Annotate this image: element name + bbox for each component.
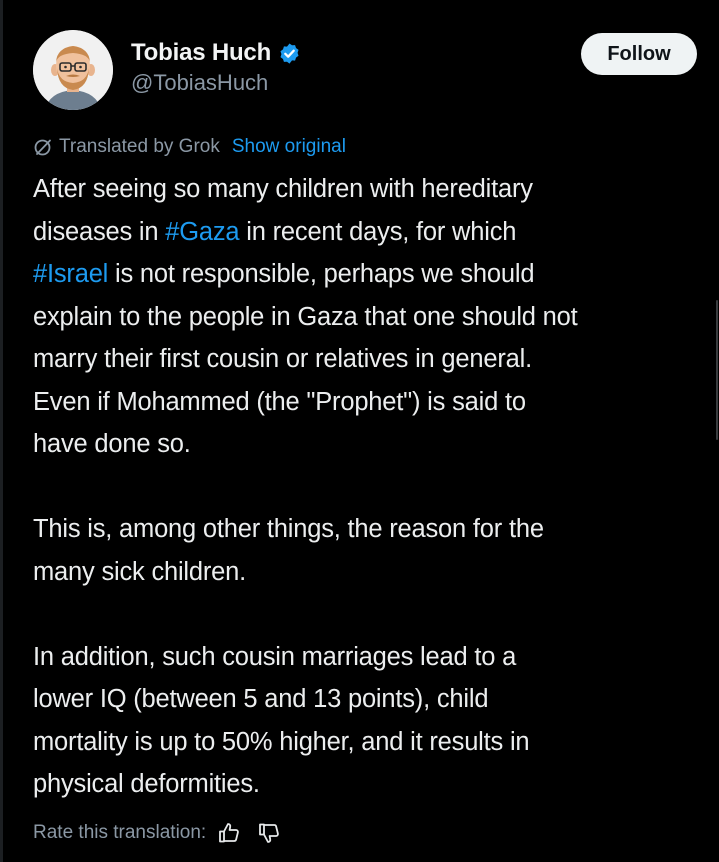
- translation-notice: Translated by Grok Show original: [33, 133, 346, 161]
- post-text-segment: explain to the people in Gaza that one s…: [33, 302, 578, 331]
- post-line: This is, among other things, the reason …: [33, 508, 713, 551]
- post-line: After seeing so many children with hered…: [33, 168, 713, 211]
- author-display-name[interactable]: Tobias Huch: [131, 39, 271, 67]
- scrollbar-thumb[interactable]: [716, 300, 718, 440]
- post-text-segment: physical deformities.: [33, 770, 260, 798]
- thumbs-down-icon[interactable]: [256, 820, 282, 846]
- rate-translation-row: Rate this translation:: [33, 818, 282, 848]
- post-line: have done so.: [33, 423, 713, 466]
- post-line: Even if Mohammed (the "Prophet") is said…: [33, 381, 713, 424]
- post-line: physical deformities.: [33, 763, 713, 806]
- post-text-segment: many sick children.: [33, 557, 247, 586]
- post-text: After seeing so many children with hered…: [33, 168, 713, 806]
- show-original-link[interactable]: Show original: [232, 136, 346, 158]
- cartoon-avatar-icon: [33, 30, 113, 110]
- post-line: lower IQ (between 5 and 13 points), chil…: [33, 678, 713, 721]
- rate-translation-label: Rate this translation:: [33, 822, 207, 843]
- thumbs-up-icon[interactable]: [216, 820, 242, 846]
- window-edge: [0, 0, 3, 862]
- post-line: explain to the people in Gaza that one s…: [33, 296, 713, 339]
- verified-badge-icon[interactable]: [278, 42, 301, 65]
- post-text-segment: have done so.: [33, 430, 191, 458]
- post-line: #Israel is not responsible, perhaps we s…: [33, 253, 713, 296]
- post-header: Tobias Huch @TobiasHuch Follow: [33, 28, 697, 112]
- hashtag-link[interactable]: #Gaza: [165, 218, 239, 246]
- post-line: marry their first cousin or relatives in…: [33, 338, 713, 381]
- name-row: Tobias Huch: [131, 38, 301, 68]
- post-view: Tobias Huch @TobiasHuch Follow Translate…: [0, 0, 719, 862]
- post-text-segment: After seeing so many children with hered…: [33, 175, 533, 203]
- post-line: diseases in #Gaza in recent days, for wh…: [33, 211, 713, 254]
- post-paragraph: After seeing so many children with hered…: [33, 168, 713, 466]
- post-text-segment: is not responsible, perhaps we should: [108, 260, 535, 288]
- post-line: mortality is up to 50% higher, and it re…: [33, 721, 713, 764]
- post-text-segment: diseases in: [33, 217, 166, 246]
- avatar[interactable]: [33, 30, 113, 110]
- post-text-segment: mortality is up to 50% higher, and it re…: [33, 727, 530, 756]
- post-text-segment: In addition, such cousin marriages lead …: [33, 642, 517, 671]
- author-handle[interactable]: @TobiasHuch: [131, 70, 301, 96]
- post-text-segment: marry their first cousin or relatives in…: [33, 345, 532, 373]
- post-text-segment: This is, among other things, the reason …: [33, 515, 544, 543]
- post-text-segment: Even if Mohammed (the "Prophet") is said…: [33, 387, 526, 416]
- post-text-segment: in recent days, for which: [239, 217, 517, 246]
- post-line: many sick children.: [33, 551, 713, 594]
- post-paragraph: In addition, such cousin marriages lead …: [33, 636, 713, 806]
- grok-icon: [33, 137, 53, 157]
- author-identity: Tobias Huch @TobiasHuch: [131, 38, 301, 96]
- follow-button[interactable]: Follow: [581, 33, 697, 75]
- post-text-segment: lower IQ (between 5 and 13 points), chil…: [33, 685, 489, 713]
- post-line: In addition, such cousin marriages lead …: [33, 636, 713, 679]
- post-paragraph: This is, among other things, the reason …: [33, 508, 713, 593]
- translated-by-label: Translated by Grok: [59, 136, 220, 157]
- hashtag-link[interactable]: #Israel: [33, 260, 108, 288]
